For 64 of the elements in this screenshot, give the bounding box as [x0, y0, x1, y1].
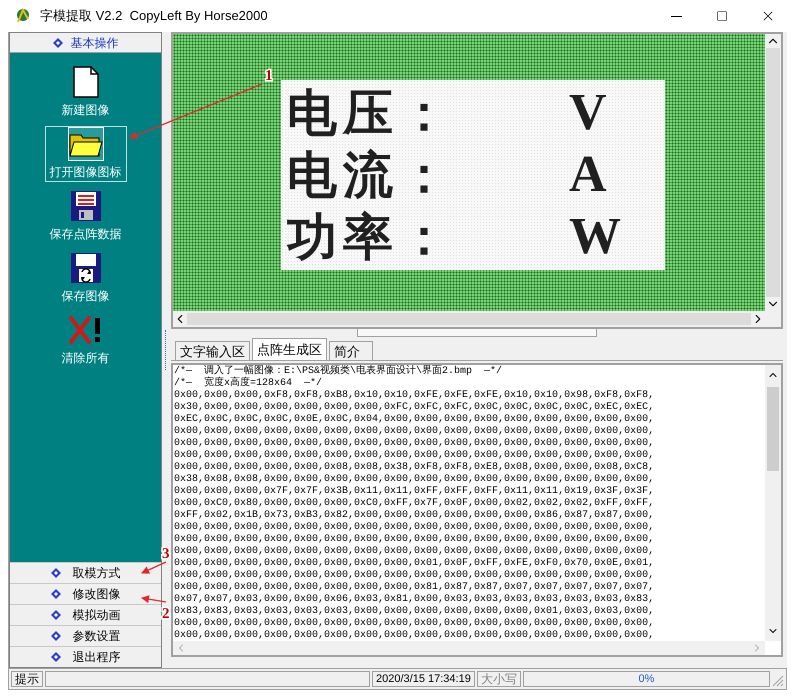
tool-button[interactable]: 保存图像 [58, 251, 114, 305]
progress-percent: 0% [638, 672, 654, 687]
code-line: 0x00,0x00,0x00,0x00,0x00,0x00,0x00,0x00,0x00,0x00,0x00,0x00,0x00,0x00,0x00,0x00, [174, 570, 654, 582]
code-line: /*— 宽度x高度=128x64 —*/ [174, 378, 322, 390]
bullet-icon [50, 568, 60, 578]
bullet-icon [50, 610, 60, 620]
glyph-unit: W [569, 207, 622, 267]
glyph-label: 电流： [287, 146, 456, 205]
code-line: 0x00,0x00,0x00,0x00,0x00,0x00,0x00,0x00,0x00,0x00,0x00,0x00,0x00,0x00,0x00,0x00, [174, 546, 654, 558]
splitter-handle[interactable] [357, 329, 597, 337]
code-line: 0x00,0x00,0x00,0x00,0x00,0x00,0x00,0x00,0x81,0x87,0x87,0x07,0x07,0x07,0x07,0x07, [174, 582, 654, 594]
splitter-handle[interactable] [165, 330, 168, 370]
code-line: 0xFF,0x02,0x1B,0x73,0xB3,0x82,0x00,0x00,0x00,0x00,0x00,0x00,0x86,0x87,0x87,0x00, [174, 510, 654, 522]
annotation-arrow [141, 595, 166, 604]
code-line: 0x00,0x00,0x00,0x00,0x00,0x00,0x00,0x00,0x00,0x00,0x00,0x00,0x00,0x00,0x00,0x00, [174, 630, 654, 641]
horizontal-scrollbar[interactable] [173, 641, 765, 655]
annotation-number: 1 [265, 68, 272, 84]
bullet-icon [50, 589, 60, 599]
status-hint: 提示 [11, 671, 43, 687]
code-line: 0x00,0x00,0x00,0x00,0x00,0x00,0x00,0x00,0x01,0x0F,0xFF,0xFE,0xF0,0x70,0x0E,0x01, [174, 558, 654, 570]
window-title: 字模提取 V2.2 CopyLeft By Horse2000 [40, 7, 268, 26]
resize-grip-icon [772, 673, 784, 687]
vertical-scrollbar[interactable] [765, 365, 781, 641]
code-line: 0x00,0x00,0x00,0xF8,0xF8,0xB8,0x10,0x10,0xFE,0xFE,0xFE,0x10,0x10,0x98,0xF8,0xF8, [174, 390, 654, 402]
code-line: 0x07,0x07,0x03,0x00,0x00,0x06,0x03,0x81,0x00,0x03,0x03,0x03,0x03,0x03,0x03,0x83, [174, 594, 654, 606]
status-caps: 大小写 [476, 671, 521, 687]
code-line: 0x38,0x08,0x08,0x00,0x00,0x00,0x00,0x00,0x00,0x00,0x00,0x00,0x00,0x00,0x00,0x00, [174, 474, 654, 486]
code-line: 0x00,0x00,0x00,0x00,0x00,0x00,0x00,0x00,0x00,0x00,0x00,0x00,0x00,0x00,0x00,0x00, [174, 438, 654, 450]
code-line: 0x00,0x00,0x00,0x00,0x00,0x08,0x08,0x38,0xF8,0xF8,0xE8,0x08,0x00,0x00,0x08,0xC8, [174, 462, 654, 474]
scrollbar-thumb[interactable] [767, 387, 779, 471]
code-line: 0x00,0x00,0x00,0x00,0x00,0x00,0x00,0x00,0x00,0x00,0x00,0x00,0x00,0x00,0x00,0x00, [174, 450, 654, 462]
tool-button[interactable]: 保存点阵数据 [46, 189, 126, 243]
glyph-label: 电压： [287, 84, 456, 143]
tab[interactable]: 简介 [329, 341, 373, 360]
code-line: 0x00,0x00,0x00,0x00,0x00,0x00,0x00,0x00,0x00,0x00,0x00,0x00,0x00,0x00,0x00,0x00, [174, 522, 654, 534]
bullet-icon [52, 38, 62, 48]
code-line: 0x00,0x00,0x00,0x7F,0x7F,0x3B,0x11,0x11,0xFF,0xFF,0xFF,0x11,0x11,0x19,0x3F,0x3F, [174, 486, 654, 498]
annotation-number: 3 [162, 546, 170, 562]
tab[interactable]: 文字输入区 [175, 341, 250, 360]
annotation-number: 2 [162, 606, 170, 622]
tool-button[interactable]: 打开图像图标 [46, 127, 126, 181]
annotation-arrow [141, 561, 166, 574]
code-line: 0x00,0x00,0x00,0x00,0x00,0x00,0x00,0x00,0x00,0x00,0x00,0x00,0x00,0x00,0x00,0x00, [174, 534, 654, 546]
tool-button[interactable]: 新建图像 [58, 65, 114, 119]
code-line: 0x83,0x83,0x03,0x03,0x03,0x03,0x00,0x00,0x00,0x00,0x00,0x00,0x01,0x03,0x03,0x00, [174, 606, 654, 618]
code-line: 0xEC,0x0C,0x0C,0x0C,0x0E,0x0C,0x04,0x00,0x00,0x00,0x00,0x00,0x00,0x00,0x00,0x00, [174, 414, 654, 426]
code-line: 0x00,0xC0,0x80,0x00,0x00,0x00,0xC0,0xFF,0x7F,0x0F,0x00,0x02,0x02,0x02,0xFF,0xFF, [174, 498, 654, 510]
tab[interactable]: 点阵生成区 [252, 338, 327, 360]
delete-icon [68, 316, 102, 344]
glyph-unit: V [569, 83, 608, 143]
document-icon [72, 66, 98, 98]
glyph-unit: A [569, 145, 608, 205]
code-line: 0x00,0x00,0x00,0x00,0x00,0x00,0x00,0x00,0x00,0x00,0x00,0x00,0x00,0x00,0x00,0x00, [174, 618, 654, 630]
code-line: 0x30,0x00,0x00,0x00,0x00,0x00,0x00,0xFC,0xFC,0xFC,0x0C,0x0C,0x0C,0x0C,0xEC,0xEC, [174, 402, 654, 414]
output-text-area[interactable] [171, 363, 783, 657]
glyph-label: 功率： [287, 208, 456, 267]
status-datetime: 2020/3/15 17:34:19 [372, 671, 475, 687]
bullet-icon [50, 631, 60, 641]
code-line: 0x00,0x00,0x00,0x00,0x00,0x00,0x00,0x00,0x00,0x00,0x00,0x00,0x00,0x00,0x00,0x00, [174, 426, 654, 438]
code-line: /*— 调入了一幅图像：E:\PS&视频类\电表界面设计\界面2.bmp —*/ [174, 366, 502, 377]
app-icon [14, 7, 32, 25]
tool-button[interactable]: 清除所有 [58, 313, 114, 367]
bullet-icon [50, 652, 60, 662]
maximize-icon [716, 10, 728, 22]
